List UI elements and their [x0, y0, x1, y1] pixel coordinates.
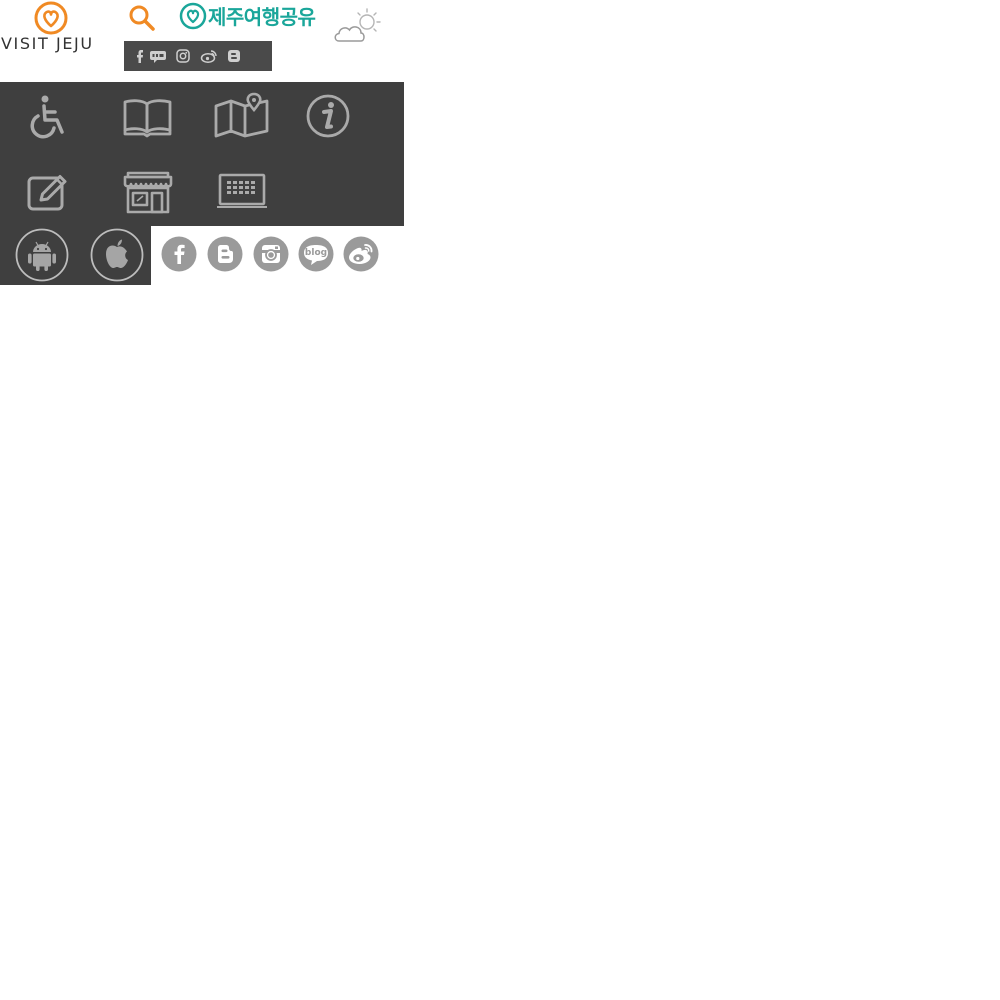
blogger-icon	[207, 236, 243, 272]
weibo-icon	[343, 236, 379, 272]
logo-text: VISIT JEJU	[1, 34, 94, 53]
menu-item-keyboard[interactable]	[216, 172, 270, 212]
weather-widget: partly cloudy	[332, 6, 384, 46]
sns-blog-button[interactable]: blog	[298, 236, 334, 272]
wheelchair-icon	[30, 95, 64, 139]
visit-jeju-logo[interactable]: VISIT JEJU	[0, 0, 104, 56]
menu-item-guide[interactable]	[122, 96, 174, 140]
ios-app-button[interactable]	[90, 228, 144, 282]
jeju-share-button[interactable]: 제주여행공유	[178, 0, 318, 32]
book-icon	[123, 99, 172, 138]
app-download-bar	[0, 226, 151, 285]
android-app-button[interactable]	[15, 228, 69, 282]
facebook-icon[interactable]	[131, 48, 149, 64]
partly-cloudy-icon	[334, 8, 381, 42]
instagram-icon[interactable]	[174, 48, 192, 64]
sns-instagram-button[interactable]	[253, 236, 289, 272]
store-icon	[123, 171, 173, 214]
menu-item-info[interactable]	[305, 94, 351, 140]
menu-item-review[interactable]	[26, 170, 70, 214]
menu-item-shop[interactable]	[122, 170, 174, 216]
search-button[interactable]: search	[128, 3, 156, 33]
search-label: search	[156, 3, 157, 4]
sns-blogger-button[interactable]	[207, 236, 243, 272]
share-label: 제주여행공유	[208, 5, 316, 29]
weather-label: partly cloudy	[384, 6, 385, 7]
map-icon	[214, 92, 269, 138]
social-strip	[124, 41, 272, 71]
menu-item-accessible[interactable]	[27, 94, 71, 140]
android-icon	[15, 228, 69, 282]
facebook-icon	[161, 236, 197, 272]
talk-icon[interactable]	[149, 48, 167, 64]
menu-item-map[interactable]	[213, 92, 271, 138]
sns-weibo-button[interactable]	[343, 236, 379, 272]
search-icon	[129, 5, 155, 31]
weibo-icon[interactable]	[200, 48, 218, 64]
heart-logo-icon	[34, 1, 68, 35]
apple-icon	[90, 228, 144, 282]
quick-menu-panel	[0, 82, 404, 226]
edit-icon	[27, 175, 67, 211]
share-heart-icon	[179, 2, 207, 30]
laptop-icon	[217, 173, 267, 208]
instagram-icon	[253, 236, 289, 272]
info-icon	[306, 94, 350, 138]
blog-label: blog	[304, 248, 328, 258]
sns-facebook-button[interactable]	[161, 236, 197, 272]
blogger-icon[interactable]	[225, 48, 243, 64]
